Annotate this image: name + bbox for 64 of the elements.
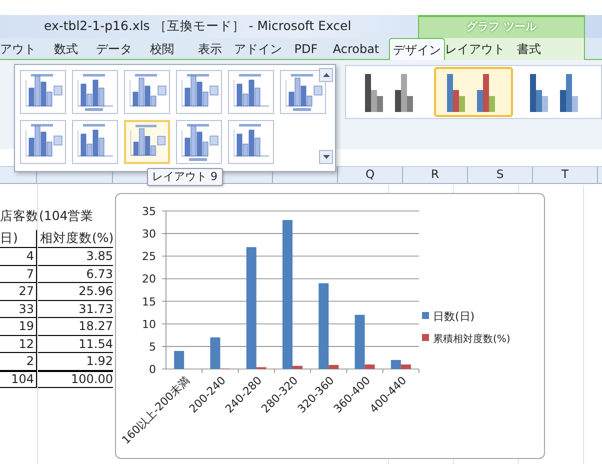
legend-label: 日数(日) [433,310,475,323]
ribbon-tab[interactable]: Acrobat [332,38,380,59]
y-axis-label: 35 [142,205,156,218]
y-axis-label: 20 [142,272,156,286]
table-cell-text: 7 [26,266,34,283]
ribbon-tab[interactable]: 表示 [186,38,234,59]
layout-option[interactable] [228,70,274,114]
bar [174,350,184,369]
column-header[interactable]: S [496,166,504,184]
ribbon-tab[interactable]: アドイン [234,38,282,59]
scroll-up-button[interactable] [319,68,333,82]
y-axis-label: 5 [149,340,156,354]
table-cell-text: 100.00 [71,371,113,388]
table-cell-text: 18.27 [78,318,113,336]
ribbon-tab[interactable]: 書式 [501,38,557,59]
up-triangle-icon [322,73,330,77]
y-axis-label: 10 [142,318,156,331]
ribbon-tab[interactable]: レイアウト [445,38,501,59]
table-title: 店客数(104営業 [0,207,94,226]
ribbon-tab[interactable]: PDF [282,38,330,59]
column-header[interactable]: Q [365,166,375,184]
window-title: ex-tbl2-1-p16.xls ［互換モード］ - Microsoft Excel [44,17,352,36]
column-header[interactable]: R [431,166,439,184]
column-heading: 日) [0,229,18,248]
layout-option[interactable] [72,120,118,164]
table-cell-text: 2 [26,353,34,370]
layout-option[interactable] [124,120,170,164]
table-cell-text: 104 [11,371,34,388]
table-cell-text: 31.73 [78,300,113,318]
contextual-tab-group: グラフ ツール [418,15,585,38]
layout-option[interactable] [176,70,222,114]
layout-option[interactable] [228,120,274,164]
y-axis-label: 30 [142,228,156,241]
table-cell-text: 12 [18,336,34,353]
table-cell-text: 19 [18,318,34,336]
ribbon-tab[interactable]: デザイン [389,38,445,60]
column-header[interactable]: T [561,166,569,184]
legend-label: 累積相対度数(%) [433,334,510,345]
table-cell-text: 33 [18,300,34,318]
table-cell-text: 4 [26,248,34,266]
layout-option[interactable] [20,120,66,164]
layout-option[interactable] [20,70,66,114]
ribbon-tab[interactable]: 校閲 [138,38,186,59]
table-cell-text: 25.96 [78,283,113,300]
y-axis-label: 25 [142,250,156,264]
ribbon-tab[interactable]: データ [90,38,138,59]
layout-option[interactable] [176,120,222,164]
y-axis-label: 15 [142,295,156,308]
table-cell-text: 27 [18,283,34,300]
column-heading: 相対度数(%) [40,229,114,248]
scroll-down-button[interactable] [319,150,333,164]
table-cell-text: 3.85 [86,248,113,266]
table-cell-text: 6.73 [86,266,113,283]
layout-option[interactable] [72,70,118,114]
layout-option[interactable] [280,70,326,114]
y-axis-label: 0 [149,363,156,376]
chart-style-option[interactable] [434,67,513,117]
table-cell-text: 1.92 [86,353,113,370]
ribbon-tab[interactable]: 数式 [42,38,90,59]
tooltip: レイアウト 9 [147,168,222,186]
layout-option[interactable] [124,70,170,114]
table-cell-text: 11.54 [78,336,113,353]
ribbon-tab[interactable]: アウト [0,38,42,59]
down-triangle-icon [322,155,330,159]
